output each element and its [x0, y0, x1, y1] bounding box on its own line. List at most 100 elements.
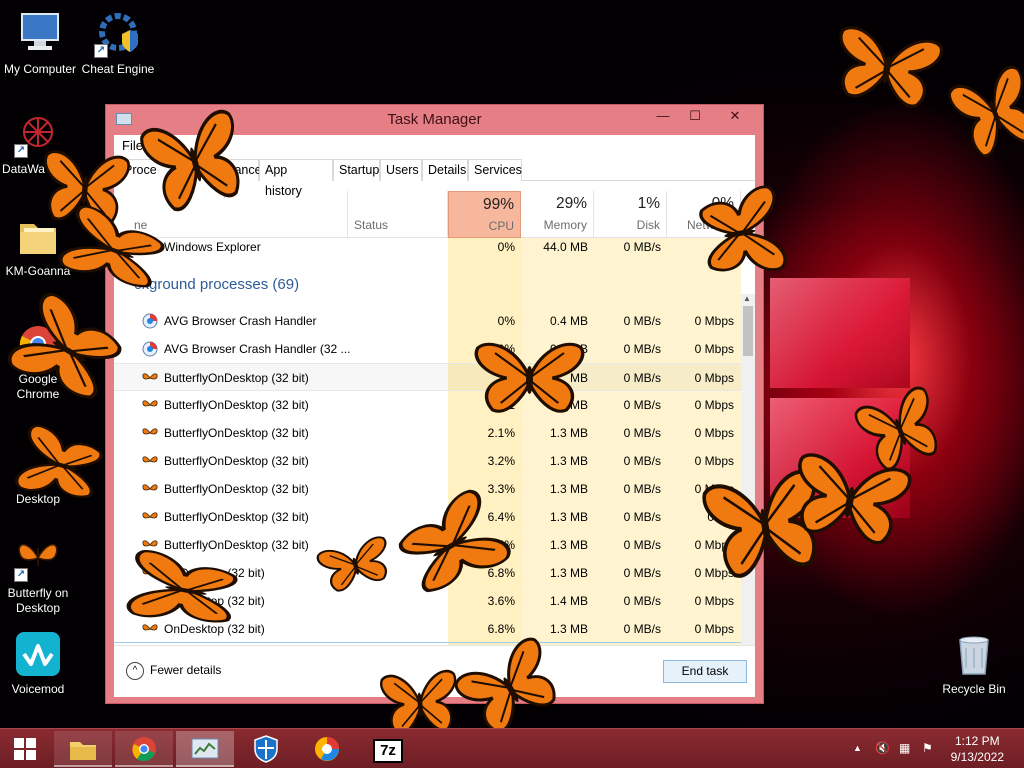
shortcut-arrow-icon: ↗ — [14, 354, 28, 368]
desktop-icon-my-computer[interactable]: My Computer — [0, 10, 80, 77]
show-hidden-icons-icon[interactable]: ▲ — [853, 743, 862, 753]
column-header-memory[interactable]: 29% Memory — [521, 191, 594, 238]
process-name: Windows Explorer — [164, 240, 261, 254]
table-row[interactable]: ButterflyOnDesktop (32 bit) 6.4% 1.3 MB 0 M… — [114, 503, 744, 531]
volume-muted-icon[interactable]: 🔇 — [875, 741, 890, 755]
desktop-icon-cheat-engine[interactable]: ↗ Cheat Engine — [78, 10, 158, 77]
table-row[interactable]: ButterflyOnDesktop (32 bit) 5.1 MB 0 MB/s 0 … — [114, 391, 744, 419]
tab-app-history[interactable]: App history — [259, 159, 333, 198]
table-row[interactable]: ButterflyOnDesktop (32 bit) 2.1% 1.3 MB 0 M… — [114, 419, 744, 447]
fewer-details-button[interactable]: ^ Fewer details — [126, 662, 221, 680]
process-cpu: 7.4% — [487, 538, 515, 552]
action-center-flag-icon[interactable]: ⚑ — [922, 741, 933, 755]
desktop-icon-datawa[interactable]: ↗ DataWa — [0, 110, 78, 177]
tab-startup[interactable]: Startup — [333, 159, 380, 181]
table-row[interactable]: AVG Browser Crash Handler (32 ... 0% 0.4 M… — [114, 335, 744, 363]
table-row[interactable]: ButterflyOnDesktop (32 bit) 3.2% 1.3 MB 0 M… — [114, 447, 744, 475]
folder-icon — [144, 241, 158, 253]
end-task-button[interactable]: End task — [663, 660, 747, 683]
table-row[interactable]: Windows Explorer 0% 44.0 MB 0 MB/s — [114, 238, 744, 260]
memory-total: 29% — [555, 195, 587, 212]
network-total: 0% — [711, 195, 734, 212]
process-cpu: 6.8% — [487, 622, 515, 636]
task-manager-window[interactable]: Task Manager — ☐ ✕ File Proce Performanc… — [105, 104, 764, 704]
butterfly-icon — [142, 397, 158, 413]
tab-performance[interactable]: Performance — [184, 159, 262, 181]
desktop-icon-label: Recycle Bin — [942, 682, 1006, 696]
process-memory: 0.4 MB — [549, 314, 588, 328]
process-memory: MB — [570, 398, 588, 412]
desktop-icon-butterfly-on-desktop[interactable]: ↗ Butterfly on Desktop — [0, 534, 78, 616]
process-network: 0 Mbps — [694, 622, 734, 636]
desktop-icon-recycle-bin[interactable]: Recycle Bin — [934, 630, 1014, 697]
table-row[interactable]: OnDesktop (32 bit) 6.8% 1.3 MB 0 MB/s 0 Mbps — [114, 559, 744, 587]
process-network: 0 Mbps — [694, 594, 734, 608]
process-memory: MB — [570, 371, 588, 385]
desktop-icon-label: DataWa — [2, 162, 45, 176]
close-button[interactable]: ✕ — [715, 105, 755, 127]
desktop-icon-km-goanna[interactable]: KM-Goanna — [0, 212, 78, 279]
process-memory: 1.3 MB — [549, 454, 588, 468]
desktop-icon-label: Voicemod — [11, 682, 65, 696]
sort-arrow-icon: ^ — [224, 193, 229, 204]
table-row[interactable]: ButterflyOnDesktop (32 bit) MB 0 MB/s 0 Mbp… — [114, 363, 744, 391]
menu-file[interactable]: File — [122, 138, 143, 153]
file-explorer-icon — [70, 742, 96, 760]
butterfly-icon — [142, 537, 158, 553]
column-header-disk[interactable]: 1% Disk — [594, 191, 667, 238]
process-disk: 0 MB/s — [623, 454, 661, 468]
table-row[interactable]: OnDesktop (32 bit) 6.8% 1.3 MB 0 MB/s 0 Mbps — [114, 615, 744, 643]
desktop-icon-voicemod[interactable]: Voicemod — [0, 630, 78, 697]
process-disk: 0 MB/s — [623, 566, 661, 580]
butterfly-icon — [826, 19, 948, 117]
vertical-scrollbar[interactable]: ▲ ▼ — [741, 294, 755, 645]
column-header-name[interactable]: ^ ne — [114, 191, 348, 238]
tab-processes[interactable]: Proce — [118, 159, 184, 182]
process-cpu: 6.4% — [487, 510, 515, 524]
avg-crash-handler-icon — [142, 313, 158, 329]
column-header-cpu[interactable]: 99% CPU — [448, 191, 521, 238]
process-cpu: 5.1 — [498, 398, 515, 412]
taskbar-chrome[interactable] — [115, 731, 173, 767]
table-row[interactable]: OnDesktop (32 bit) 3.6% 1.4 MB 0 MB/s 0 Mbps — [114, 587, 744, 615]
process-disk: 0 MB/s — [623, 510, 661, 524]
scroll-up-icon[interactable]: ▲ — [743, 294, 751, 303]
table-row[interactable]: AVG Browser Crash Handler 0% 0.4 MB 0 MB/s 0… — [114, 307, 744, 335]
process-network: 0 Mbps — [694, 454, 734, 468]
tab-details[interactable]: Details — [422, 159, 468, 181]
process-network: 0 Mbps — [694, 314, 734, 328]
tab-users[interactable]: Users — [380, 159, 422, 181]
column-header-network[interactable]: 0% Netw — [667, 191, 741, 238]
minimize-button[interactable]: — — [647, 105, 679, 127]
start-button[interactable] — [0, 731, 50, 767]
process-disk: 0 MB/s — [623, 240, 661, 254]
tab-services[interactable]: Services — [468, 159, 522, 181]
fewer-details-label: Fewer details — [150, 663, 222, 678]
process-cpu: 3.3% — [487, 482, 515, 496]
taskbar-task-manager[interactable] — [176, 731, 234, 767]
table-row[interactable]: ButterflyOnDesktop (32 bit) 3.3% 1.3 MB 0 M… — [114, 475, 744, 503]
maximize-button[interactable]: ☐ — [679, 105, 711, 127]
windows-defender-icon — [254, 735, 278, 763]
taskbar-7zip[interactable]: 7z — [359, 731, 417, 767]
clock[interactable]: 1:12 PM 9/13/2022 — [951, 733, 1004, 765]
process-memory: 1.3 MB — [549, 510, 588, 524]
shortcut-arrow-icon: ↗ — [14, 144, 28, 158]
network-icon[interactable]: ▦ — [899, 741, 910, 755]
process-name: OnDesktop (32 bit) — [164, 594, 265, 608]
column-header-status[interactable]: Status — [348, 191, 448, 238]
table-row[interactable]: ButterflyOnDesktop (32 bit) 7.4% 1.3 MB 0 M… — [114, 531, 744, 559]
taskbar-avg-browser[interactable] — [298, 731, 356, 767]
column-header-label: CPU — [488, 219, 514, 233]
taskbar-windows-defender[interactable] — [237, 731, 295, 767]
process-network: 0 Mbps — [694, 538, 734, 552]
butterfly-icon — [142, 593, 158, 609]
taskbar-file-explorer[interactable] — [54, 731, 112, 767]
clock-date: 9/13/2022 — [950, 750, 1004, 764]
desktop-icon-google-chrome[interactable]: ↗ Google Chrome — [0, 320, 78, 402]
process-cpu: 0% — [497, 342, 515, 356]
process-network: 0 Mb — [707, 510, 734, 524]
windows-logo-icon — [14, 738, 36, 760]
scrollbar-thumb[interactable] — [743, 306, 753, 356]
desktop-icon-desktop[interactable]: ↗ Desktop — [0, 440, 78, 507]
